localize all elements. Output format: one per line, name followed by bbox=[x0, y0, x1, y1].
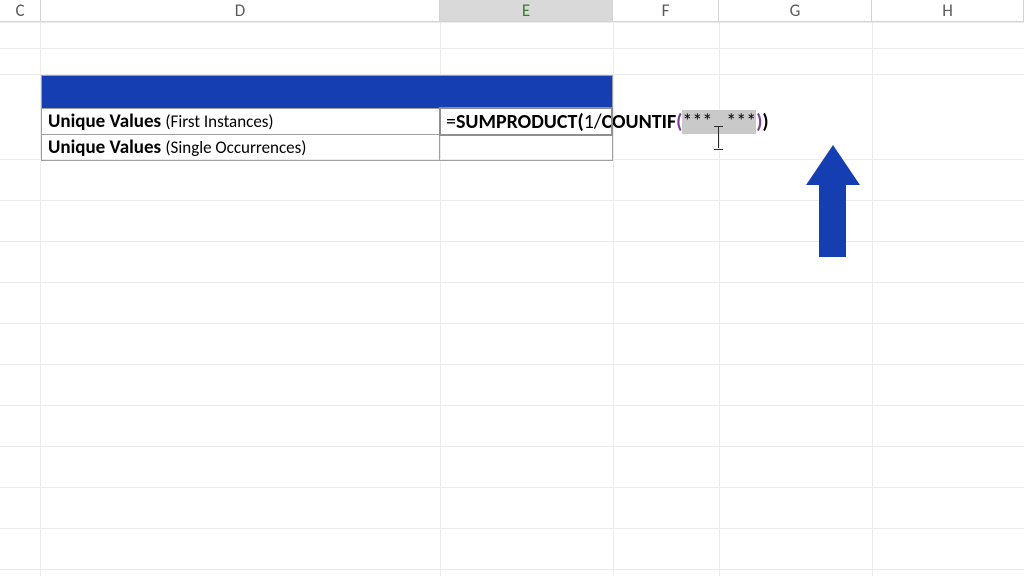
col-header-E[interactable]: E bbox=[440, 0, 613, 22]
label-sub: (First Instances) bbox=[165, 111, 273, 132]
formula-edit[interactable]: =SUMPRODUCT(1/COUNTIF(******)) bbox=[442, 108, 769, 135]
arrow-up-icon bbox=[805, 145, 860, 257]
gridline-h bbox=[0, 323, 1024, 324]
label-main: Unique Values bbox=[48, 136, 165, 159]
gridline-v bbox=[613, 22, 614, 576]
cell-E-single-occurrences[interactable] bbox=[439, 134, 613, 161]
gridline-h bbox=[0, 241, 1024, 242]
gridline-h bbox=[0, 22, 1024, 23]
gridline-v bbox=[872, 22, 873, 576]
gridline-h bbox=[0, 569, 1024, 570]
table-header-bar bbox=[41, 75, 613, 109]
col-header-H[interactable]: H bbox=[872, 0, 1024, 22]
col-header-G[interactable]: G bbox=[719, 0, 872, 22]
cell-D-first-instances[interactable]: Unique Values (First Instances) bbox=[41, 108, 440, 135]
gridline-h bbox=[0, 405, 1024, 406]
label-sub: (Single Occurrences) bbox=[165, 137, 306, 158]
gridline-h bbox=[0, 446, 1024, 447]
gridline-h bbox=[0, 282, 1024, 283]
label-main: Unique Values bbox=[48, 110, 165, 133]
gridline-h bbox=[0, 528, 1024, 529]
gridline-h bbox=[0, 200, 1024, 201]
gridline-v bbox=[719, 22, 720, 576]
formula-text: =SUMPRODUCT(1/COUNTIF(******)) bbox=[446, 110, 769, 134]
col-header-C[interactable]: C bbox=[0, 0, 41, 22]
cell-D-single-occurrences[interactable]: Unique Values (Single Occurrences) bbox=[41, 134, 440, 161]
formula-arg1: ****** bbox=[682, 110, 756, 134]
spreadsheet-grid[interactable]: C D E F G H Unique Values (First Instanc… bbox=[0, 0, 1024, 576]
gridline-h bbox=[0, 48, 1024, 49]
gridline-h bbox=[0, 364, 1024, 365]
col-header-D[interactable]: D bbox=[41, 0, 440, 22]
gridline-h bbox=[0, 487, 1024, 488]
col-header-F[interactable]: F bbox=[613, 0, 719, 22]
